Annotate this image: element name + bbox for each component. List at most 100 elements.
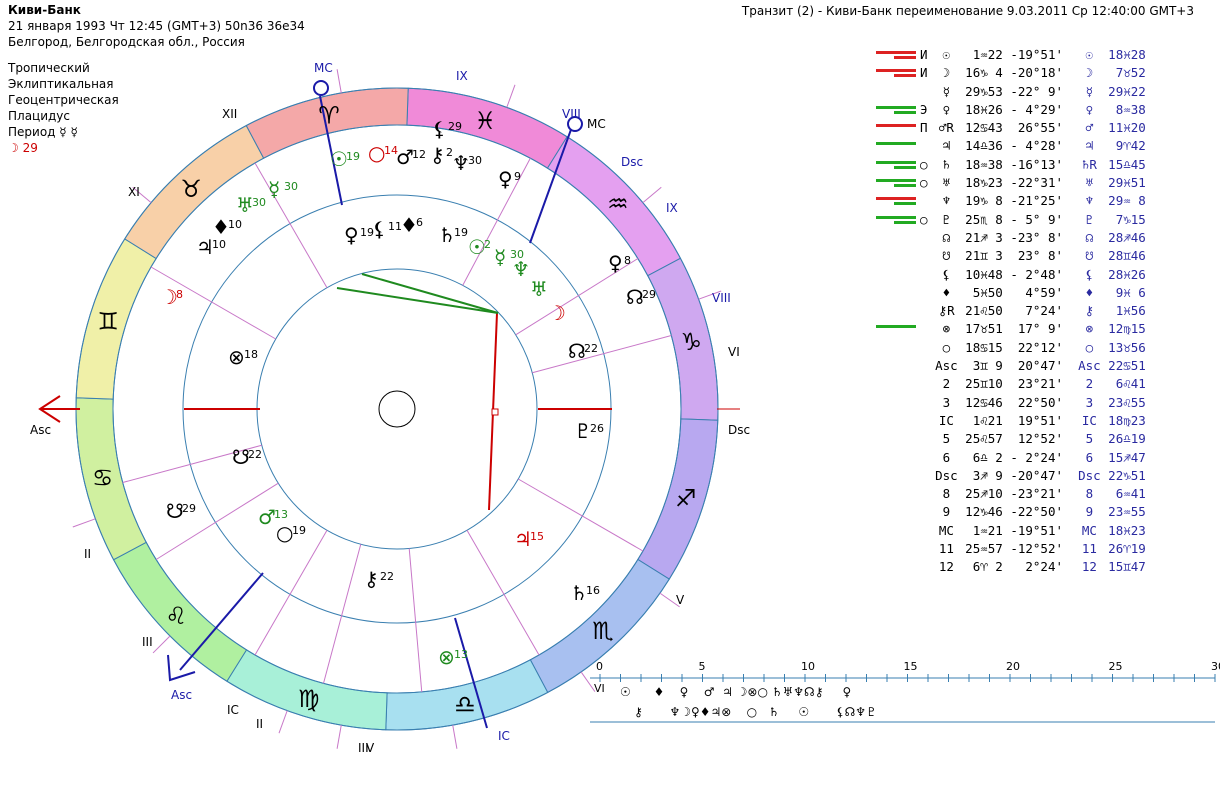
aspect-glyph: ○ bbox=[920, 175, 936, 191]
house-number: II bbox=[84, 547, 91, 561]
planet-degree: 29 bbox=[182, 502, 196, 515]
axis-marker bbox=[491, 408, 499, 416]
transit-planet-glyph: ☽ bbox=[1085, 65, 1101, 81]
natal-position: 3♊ 9 bbox=[965, 358, 1011, 374]
outer-cusp-tick bbox=[152, 635, 171, 654]
transit-planet-glyph: ☿ bbox=[1085, 83, 1101, 99]
natal-position: 1♌21 bbox=[965, 412, 1011, 428]
zodiac-sign-icon: ♈ bbox=[318, 102, 340, 130]
transit-planet-glyph: ♦ bbox=[1085, 284, 1101, 300]
planet-degree: 22 bbox=[248, 448, 262, 461]
transit-position: 1♓56 bbox=[1108, 303, 1154, 319]
table-row: IC 1♌21 19°51' IC 18♍23 bbox=[860, 412, 1153, 430]
aspect-glyph bbox=[920, 503, 935, 521]
house-number: V bbox=[676, 593, 685, 607]
planet-degree: 8 bbox=[176, 288, 183, 301]
aspect-glyph bbox=[920, 467, 935, 485]
aspect-glyph bbox=[920, 302, 935, 320]
transit-planet-glyph: IC bbox=[1081, 412, 1105, 428]
planet-glyph: 2 bbox=[942, 376, 958, 392]
house-cusp-line bbox=[532, 335, 672, 374]
table-row: И ☉ 1♒22 -19°51' ☉ 18♓28 bbox=[860, 46, 1153, 64]
aspect-glyph bbox=[920, 430, 935, 448]
zodiac-sign-icon: ♐ bbox=[675, 484, 697, 512]
natal-position: 25♒57 bbox=[965, 541, 1011, 557]
transit-dsc-label: Dsc bbox=[621, 155, 643, 169]
natal-position: 16♑ 4 bbox=[965, 65, 1011, 81]
transit-planet-glyph: 6 bbox=[1085, 449, 1101, 465]
house-number: XII bbox=[222, 107, 237, 121]
planet-glyph: ♇ bbox=[942, 211, 958, 227]
planet-degree: 22 bbox=[584, 342, 598, 355]
planet-glyph: ☊ bbox=[942, 229, 958, 245]
transit-planet-glyph: Asc bbox=[1078, 358, 1109, 374]
transit-position: 28♓26 bbox=[1108, 266, 1154, 282]
natal-planet-icon: ♆ bbox=[512, 257, 530, 281]
declination: -20°18' bbox=[1010, 65, 1079, 81]
transit-planet-glyph: ⚷ bbox=[1084, 303, 1102, 319]
aspect-bars bbox=[860, 302, 920, 320]
aspect-bars bbox=[860, 229, 920, 247]
natal-planet-icon: ⊗ bbox=[228, 345, 245, 369]
planet-glyph: 5 bbox=[942, 431, 958, 447]
transit-position: 9♈42 bbox=[1108, 138, 1154, 154]
zodiac-sign-icon: ♋ bbox=[92, 464, 114, 492]
zodiac-sign-icon: ♑ bbox=[681, 328, 703, 356]
aspect-glyph bbox=[920, 357, 935, 375]
table-row: ☊ 21♐ 3 -23° 8' ☊ 28♐46 bbox=[860, 229, 1153, 247]
house-number: II bbox=[256, 717, 263, 731]
transit-planet-glyph: ☊ bbox=[1085, 229, 1101, 245]
aspect-glyph bbox=[920, 284, 935, 302]
aspect-bars bbox=[860, 430, 920, 448]
planet-glyph: ☿ bbox=[942, 83, 958, 99]
table-row: MC 1♒21 -19°51' MC 18♓23 bbox=[860, 522, 1153, 540]
transit-planet-glyph: 3 bbox=[1085, 394, 1101, 410]
timeline-tick-label: 15 bbox=[904, 660, 918, 673]
natal-position: 1♒21 bbox=[965, 522, 1011, 538]
planet-glyph: 6 bbox=[942, 449, 958, 465]
planet-glyph: 8 bbox=[942, 486, 958, 502]
house-number: III bbox=[142, 635, 153, 649]
declination: 17° 9' bbox=[1010, 321, 1079, 337]
transit-mc-label: MC bbox=[587, 117, 606, 131]
timeline-tick-label: 5 bbox=[699, 660, 706, 673]
transit-position: 18♓23 bbox=[1108, 522, 1154, 538]
planet-degree: 30 bbox=[252, 196, 266, 209]
table-row: ○ ♅ 18♑23 -22°31' ♅ 29♓51 bbox=[860, 174, 1153, 192]
aspect-glyph bbox=[920, 339, 935, 357]
transit-position: 22♋51 bbox=[1108, 358, 1154, 374]
house-number: XI bbox=[128, 185, 140, 199]
transit-planet-icon: ⚷ bbox=[430, 143, 445, 167]
planet-degree: 18 bbox=[244, 348, 258, 361]
transit-planet-glyph: ♃ bbox=[1085, 138, 1101, 154]
zodiac-sign-icon: ♒ bbox=[607, 190, 629, 218]
natal-position: 5♓50 bbox=[965, 284, 1011, 300]
transit-position: 11♓20 bbox=[1108, 120, 1154, 136]
transit-planet-glyph: ♅ bbox=[1085, 175, 1101, 191]
natal-position: 3♐ 9 bbox=[965, 467, 1011, 483]
timeline-tick-label: 25 bbox=[1109, 660, 1123, 673]
transit-planet-icon: ○ bbox=[368, 141, 385, 165]
transit-timeline: 0 5 10 15 20 25 30 VI ☉ ♦ ♀ ♂ ♃ ☽⊗○ ♄♅♆☊⚷ ♀ ⚷ … bbox=[590, 660, 1220, 723]
transit-position: 22♑51 bbox=[1108, 467, 1154, 483]
natal-position: 18♋15 bbox=[965, 339, 1011, 355]
declination: -22° 9' bbox=[1010, 83, 1079, 99]
aspect-glyph bbox=[920, 247, 935, 265]
natal-position: 19♑ 8 bbox=[965, 193, 1011, 209]
declination: 19°51' bbox=[1010, 412, 1079, 428]
house-number: VI bbox=[728, 345, 740, 359]
transit-position: 7♑15 bbox=[1108, 211, 1154, 227]
table-row: П ♂R 12♋43 26°55' ♂ 11♓20 bbox=[860, 119, 1153, 137]
aspect-glyph: П bbox=[920, 120, 936, 136]
natal-planet-icon: ☿ bbox=[494, 245, 506, 269]
planet-glyph: 11 bbox=[938, 541, 962, 557]
zodiac-sign-icon: ♓ bbox=[475, 107, 497, 135]
declination: 20°47' bbox=[1010, 358, 1079, 374]
aspect-bars bbox=[860, 247, 920, 265]
natal-position: 25♏ 8 bbox=[965, 211, 1011, 227]
mc-marker-icon bbox=[313, 80, 329, 96]
planet-degree: 13 bbox=[274, 508, 288, 521]
table-row: ☋ 21♊ 3 23° 8' ☋ 28♊46 bbox=[860, 247, 1153, 265]
transit-planet-glyph: ☋ bbox=[1085, 248, 1101, 264]
planet-degree: 19 bbox=[292, 524, 306, 537]
